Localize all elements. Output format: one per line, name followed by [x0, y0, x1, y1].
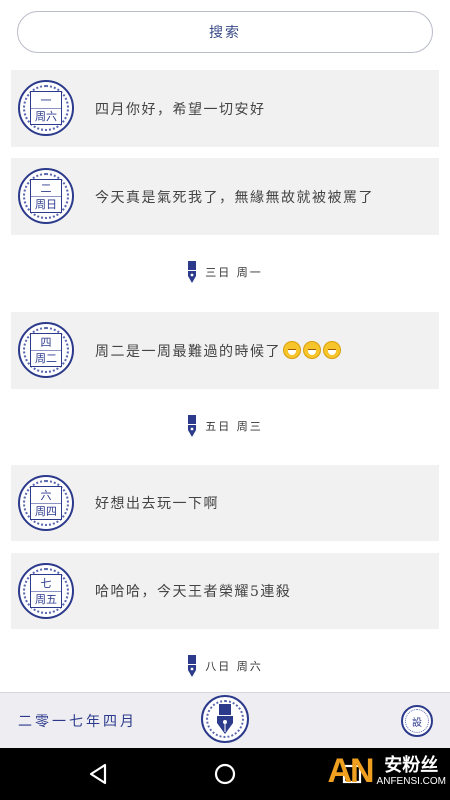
diary-entry-card[interactable]: 二 周日 今天真是氣死我了，無緣無故就被被罵了	[11, 158, 439, 235]
stamp-day: 七	[31, 576, 61, 592]
date-divider: 八日 周六	[0, 654, 450, 678]
entry-text: 哈哈哈，今天王者榮耀5連殺	[95, 584, 292, 600]
laughing-emoji-icon	[283, 341, 301, 359]
entry-text: 今天真是氣死我了，無緣無故就被被罵了	[95, 190, 374, 206]
date-divider: 五日 周三	[0, 414, 450, 438]
laughing-emoji-icon	[323, 341, 341, 359]
divider-label: 三日 周一	[205, 266, 263, 279]
date-stamp: 一 周六	[18, 80, 74, 136]
watermark-logo: AN	[327, 752, 374, 790]
stamp-weekday: 周二	[35, 351, 57, 365]
settings-stamp-label: 設	[412, 717, 422, 729]
date-divider: 三日 周一	[0, 260, 450, 284]
entry-text-row: 周二是一周最難過的時候了	[95, 341, 341, 361]
stamp-weekday: 周六	[35, 109, 57, 123]
fountain-pen-nib-icon	[187, 655, 197, 677]
entry-text: 好想出去玩一下啊	[95, 496, 219, 512]
bottom-bar: 二零一七年四月 設	[0, 692, 450, 748]
laughing-emoji-icon	[303, 341, 321, 359]
watermark-cn: 安粉丝	[384, 754, 439, 776]
date-stamp: 七 周五	[18, 563, 74, 619]
watermark-en: ANFENSI.COM	[376, 775, 446, 787]
settings-stamp-button[interactable]: 設	[401, 705, 433, 737]
back-triangle-icon[interactable]	[86, 762, 110, 786]
stamp-weekday: 周日	[35, 197, 57, 211]
stamp-day: 一	[31, 93, 61, 109]
stamp-day: 六	[31, 488, 61, 504]
entry-text: 四月你好，希望一切安好	[95, 102, 266, 118]
current-month[interactable]: 二零一七年四月	[18, 711, 137, 731]
diary-entry-card[interactable]: 一 周六 四月你好，希望一切安好	[11, 70, 439, 147]
fountain-pen-icon	[217, 704, 233, 734]
site-watermark: AN 安粉丝 ANFENSI.COM	[327, 752, 446, 791]
stamp-day: 二	[31, 181, 61, 197]
date-stamp: 六 周四	[18, 475, 74, 531]
write-entry-button[interactable]	[201, 695, 249, 743]
fountain-pen-nib-icon	[187, 261, 197, 283]
search-bar[interactable]: 搜索	[17, 11, 433, 53]
diary-entry-card[interactable]: 六 周四 好想出去玩一下啊	[11, 465, 439, 541]
diary-entry-card[interactable]: 七 周五 哈哈哈，今天王者榮耀5連殺	[11, 553, 439, 629]
home-circle-icon[interactable]	[213, 762, 237, 786]
date-stamp: 四 周二	[18, 322, 74, 378]
search-label: 搜索	[209, 25, 241, 41]
divider-label: 八日 周六	[205, 660, 263, 673]
stamp-weekday: 周四	[35, 504, 57, 518]
fountain-pen-nib-icon	[187, 415, 197, 437]
date-stamp: 二 周日	[18, 168, 74, 224]
stamp-day: 四	[31, 335, 61, 351]
stamp-weekday: 周五	[35, 592, 57, 606]
divider-label: 五日 周三	[205, 420, 263, 433]
entry-text: 周二是一周最難過的時候了	[95, 344, 281, 360]
diary-entry-card[interactable]: 四 周二 周二是一周最難過的時候了	[11, 312, 439, 389]
